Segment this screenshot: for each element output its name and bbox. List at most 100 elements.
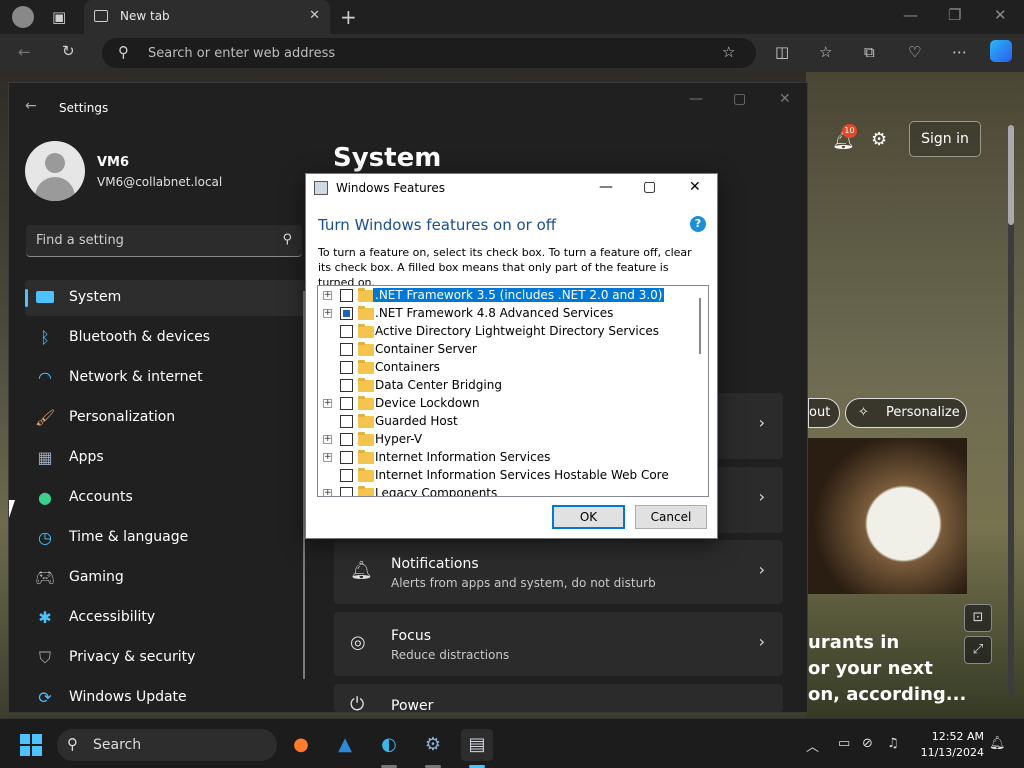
dialog-maximize-icon[interactable]: ▢ (643, 179, 656, 195)
settings-minimize-icon[interactable]: — (689, 91, 703, 107)
sidebar-item-personalization[interactable]: 🖌︎ Personalization (25, 400, 305, 436)
split-screen-icon[interactable]: ◫ (775, 43, 789, 61)
dialog-titlebar[interactable]: Windows Features — ▢ ✕ (306, 174, 717, 204)
address-input[interactable]: Search or enter web address (148, 46, 335, 61)
feature-row[interactable]: + .NET Framework 3.5 (includes .NET 2.0 a… (318, 287, 698, 305)
edge-icon[interactable]: ◐ (373, 729, 405, 761)
sidebar-item-accounts[interactable]: ● Accounts (25, 480, 305, 516)
feature-row[interactable]: Guarded Host (318, 413, 698, 431)
personalize-button[interactable]: ✧ Personalize (845, 398, 967, 428)
settings-card-power[interactable]: ⏻ Power (334, 684, 783, 712)
collections-icon[interactable]: ⧉ (864, 43, 875, 61)
new-tab-icon[interactable]: + (340, 5, 357, 29)
dialog-close-icon[interactable]: ✕ (689, 179, 701, 195)
sidebar-item-system[interactable]: System (25, 280, 305, 316)
feature-row[interactable]: Containers (318, 359, 698, 377)
tab-close-icon[interactable]: ✕ (309, 8, 320, 23)
network-off-icon[interactable]: ⊘ (862, 736, 873, 751)
feature-row[interactable]: Data Center Bridging (318, 377, 698, 395)
browser-essentials-icon[interactable]: ♡ (908, 43, 921, 61)
dialog-minimize-icon[interactable]: — (599, 179, 613, 195)
feature-row[interactable]: Container Server (318, 341, 698, 359)
feature-row[interactable]: Internet Information Services Hostable W… (318, 467, 698, 485)
feature-checkbox[interactable] (340, 361, 353, 374)
feature-checkbox[interactable] (340, 343, 353, 356)
clock-time[interactable]: 12:52 AM (929, 730, 984, 743)
expand-plus-icon[interactable]: + (323, 291, 332, 300)
feature-checkbox[interactable] (340, 307, 353, 320)
windows-features-taskbar-icon[interactable]: ▤ (461, 729, 493, 761)
sidebar-item-accessibility[interactable]: ✱ Accessibility (25, 600, 305, 636)
features-scrollbar-thumb[interactable] (699, 298, 701, 354)
notification-bell-icon[interactable]: 🔔︎ (989, 736, 1006, 751)
feature-checkbox[interactable] (340, 469, 353, 482)
expand-plus-icon[interactable]: + (323, 399, 332, 408)
feature-checkbox[interactable] (340, 433, 353, 446)
sidebar-item-windows-update[interactable]: ⟳ Windows Update (25, 680, 305, 716)
expand-plus-icon[interactable]: + (323, 435, 332, 444)
feature-checkbox[interactable] (340, 487, 353, 496)
user-avatar[interactable] (25, 141, 85, 201)
feature-checkbox[interactable] (340, 289, 353, 302)
features-tree[interactable]: + .NET Framework 3.5 (includes .NET 2.0 a… (317, 285, 709, 497)
sidebar-item-apps[interactable]: ▦ Apps (25, 440, 305, 476)
sidebar-item-time-language[interactable]: ◷ Time & language (25, 520, 305, 556)
favorite-star-icon[interactable]: ☆ (722, 43, 735, 61)
feature-checkbox[interactable] (340, 397, 353, 410)
feature-checkbox[interactable] (340, 451, 353, 464)
refresh-icon[interactable]: ↻ (62, 42, 75, 60)
image-info-icon[interactable]: ⊡ (964, 604, 992, 632)
feature-checkbox[interactable] (340, 415, 353, 428)
photos-icon[interactable]: ▲ (329, 729, 361, 761)
ok-button[interactable]: OK (552, 505, 625, 529)
expand-plus-icon[interactable]: + (323, 309, 332, 318)
page-button-partial[interactable]: out (808, 398, 840, 428)
settings-gear-icon[interactable]: ⚙ (871, 129, 887, 150)
taskbar-search[interactable]: ⚲ Search (57, 729, 277, 761)
expand-icon[interactable]: ⤢ (964, 636, 992, 664)
clock-date[interactable]: 11/13/2024 (919, 746, 984, 759)
minimize-icon[interactable]: — (903, 6, 918, 24)
settings-maximize-icon[interactable]: ▢ (733, 91, 746, 107)
find-setting-input[interactable]: Find a setting ⚲ (26, 225, 302, 257)
sidebar-item-privacy-security[interactable]: ⛉ Privacy & security (25, 640, 305, 676)
profile-avatar-icon[interactable] (12, 6, 34, 28)
feature-row[interactable]: + Hyper-V (318, 431, 698, 449)
chevron-up-icon[interactable]: ︿ (806, 736, 819, 755)
more-options-icon[interactable]: ⋯ (952, 43, 967, 61)
expand-plus-icon[interactable]: + (323, 453, 332, 462)
close-icon[interactable]: ✕ (994, 6, 1007, 24)
display-icon[interactable]: ▭ (838, 736, 850, 751)
restore-icon[interactable]: ❐ (948, 6, 961, 24)
feature-row[interactable]: + Internet Information Services (318, 449, 698, 467)
cancel-button[interactable]: Cancel (635, 505, 707, 529)
settings-close-icon[interactable]: ✕ (779, 91, 791, 107)
news-image[interactable] (808, 438, 967, 594)
tab-new-tab[interactable]: New tab ✕ (84, 0, 330, 34)
volume-icon[interactable]: ♫ (887, 736, 899, 751)
news-headline[interactable]: urants in or your next on, according... (808, 630, 968, 708)
feature-row[interactable]: Active Directory Lightweight Directory S… (318, 323, 698, 341)
start-button[interactable] (20, 734, 42, 756)
address-bar[interactable]: ⚲ Search or enter web address ☆ (102, 38, 756, 68)
feature-checkbox[interactable] (340, 325, 353, 338)
favorites-icon[interactable]: ☆ (819, 43, 832, 61)
feature-row[interactable]: + .NET Framework 4.8 Advanced Services (318, 305, 698, 323)
settings-card-notifications[interactable]: 🔔︎ Notifications Alerts from apps and sy… (334, 540, 783, 604)
sign-in-button[interactable]: Sign in (909, 121, 981, 157)
settings-back-icon[interactable]: ← (25, 98, 37, 114)
sidebar-item-gaming[interactable]: 🎮︎ Gaming (25, 560, 305, 596)
settings-app-icon[interactable]: ⚙ (417, 729, 449, 761)
copilot-icon[interactable] (990, 40, 1012, 62)
settings-card-focus[interactable]: ◎ Focus Reduce distractions › (334, 612, 783, 676)
sidebar-item-bluetooth[interactable]: ᛒ Bluetooth & devices (25, 320, 305, 356)
feature-row[interactable]: + Legacy Components (318, 485, 698, 496)
expand-plus-icon[interactable]: + (323, 489, 332, 496)
sidebar-item-network[interactable]: ◠ Network & internet (25, 360, 305, 396)
feature-row[interactable]: + Device Lockdown (318, 395, 698, 413)
back-icon[interactable]: ← (18, 43, 31, 61)
help-icon[interactable]: ? (690, 216, 706, 232)
feature-checkbox[interactable] (340, 379, 353, 392)
firefox-icon[interactable]: ● (285, 729, 317, 761)
tab-actions-icon[interactable]: ▣ (52, 8, 66, 26)
